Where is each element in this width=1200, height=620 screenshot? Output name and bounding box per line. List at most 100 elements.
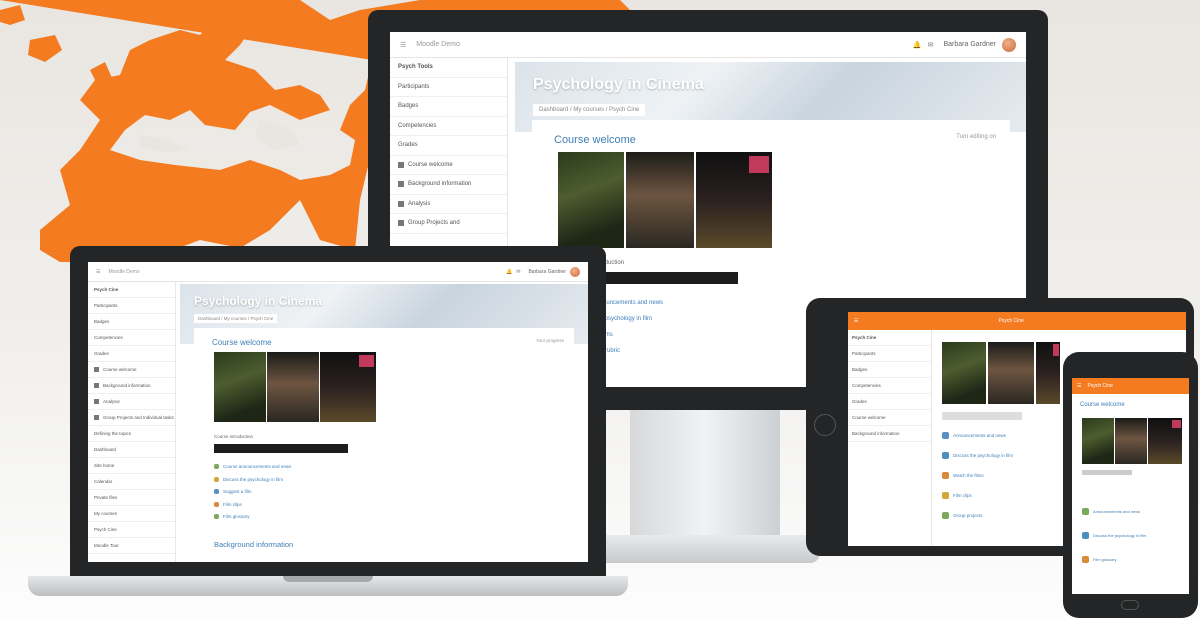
activity-row[interactable]: Film glossary <box>214 514 250 519</box>
activity-row[interactable]: Watch the films <box>942 472 984 479</box>
menu-icon[interactable]: ☰ <box>1077 383 1081 389</box>
sidebar-item[interactable]: Grades <box>390 136 507 156</box>
sidebar-item[interactable]: Competencies <box>848 378 931 394</box>
media-player[interactable] <box>942 412 1022 420</box>
activity-row[interactable]: Film glossary <box>1082 556 1117 563</box>
sidebar-item[interactable]: Competencies <box>88 330 175 346</box>
course-title: Psychology in Cinema <box>533 76 704 93</box>
avatar[interactable] <box>1002 37 1016 52</box>
sidebar-item-label: Psych Cine <box>852 335 877 340</box>
sidebar-item[interactable]: Badges <box>88 314 175 330</box>
sidebar-item[interactable]: Badges <box>390 97 507 117</box>
laptop: ☰ Moodle Demo 🔔 ✉ Barbara Gardner Psych … <box>28 246 628 606</box>
film-poster-3 <box>1036 342 1060 404</box>
sidebar-item[interactable]: Background information <box>848 426 931 442</box>
sidebar-item-label: Competencies <box>852 383 881 388</box>
sidebar-item[interactable]: Psych Cine <box>848 330 931 346</box>
sidebar-item[interactable]: Course welcome <box>848 410 931 426</box>
site-brand[interactable]: Moodle Demo <box>416 41 460 48</box>
activity-row[interactable]: Announcements and news <box>942 432 1006 439</box>
sidebar-item[interactable]: Psych Tools <box>390 58 507 78</box>
sidebar-item[interactable]: Psych Cine <box>88 282 175 298</box>
section-title: Course welcome <box>1080 402 1125 408</box>
sidebar-item[interactable]: Moodle Tour <box>88 538 175 554</box>
notifications-icon[interactable]: 🔔 <box>913 41 922 49</box>
messages-icon[interactable]: ✉ <box>516 269 520 275</box>
activity-icon <box>1082 532 1089 539</box>
sidebar-item[interactable]: Defining the topics <box>88 426 175 442</box>
sidebar-item[interactable]: Calendar <box>88 474 175 490</box>
activity-icon <box>942 472 949 479</box>
phone-home-button[interactable] <box>1121 600 1139 610</box>
activity-icon <box>214 514 219 519</box>
media-player[interactable] <box>1082 470 1132 475</box>
activity-row[interactable]: Film clips <box>942 492 972 499</box>
film-poster-1 <box>214 352 266 422</box>
laptop-screen: ☰ Moodle Demo 🔔 ✉ Barbara Gardner Psych … <box>88 262 588 562</box>
sidebar-item[interactable]: Analysis <box>88 394 175 410</box>
sidebar-item-label: Competencies <box>398 122 437 129</box>
sidebar-item[interactable]: Participants <box>390 78 507 97</box>
sidebar-item[interactable]: Psych Cine <box>88 522 175 538</box>
edit-settings-link[interactable]: Turn editing on <box>956 134 996 140</box>
sidebar-item-label: Defining the topics <box>94 431 132 436</box>
user-name[interactable]: Barbara Gardner <box>943 41 996 48</box>
sidebar-item[interactable]: Site home <box>88 458 175 474</box>
site-brand[interactable]: Moodle Demo <box>108 269 139 275</box>
menu-icon[interactable]: ☰ <box>854 318 858 324</box>
sidebar-item-label: My courses <box>94 511 118 516</box>
tablet-header: ☰ Psych Cine <box>848 312 1186 330</box>
activity-row[interactable]: Discuss the psychology in film <box>1082 532 1146 539</box>
folder-icon <box>398 200 404 207</box>
sidebar-item[interactable]: Participants <box>88 298 175 314</box>
folder-icon <box>94 367 99 372</box>
avatar[interactable] <box>570 266 580 277</box>
activity-row[interactable]: Film clips <box>214 501 242 507</box>
activity-row[interactable]: Discuss the psychology in film <box>214 476 283 482</box>
sidebar-item[interactable]: Course welcome <box>390 156 507 175</box>
sidebar-item[interactable]: Background information <box>88 378 175 394</box>
sidebar-item[interactable]: Competencies <box>390 117 507 136</box>
section-title: Course welcome <box>554 134 636 146</box>
sidebar-item[interactable]: Badges <box>848 362 931 378</box>
activity-icon <box>1082 508 1089 515</box>
film-poster-2 <box>988 342 1034 404</box>
activity-icon <box>942 432 949 439</box>
sidebar-item-label: Participants <box>852 351 876 356</box>
sidebar-item[interactable]: Background information <box>390 175 507 195</box>
activity-icon <box>942 452 949 459</box>
sidebar-item[interactable]: Analysis <box>390 195 507 214</box>
menu-icon[interactable]: ☰ <box>400 41 406 49</box>
activity-icon <box>1082 556 1089 563</box>
activity-row[interactable]: Suggest a film <box>214 489 252 494</box>
activity-row[interactable]: Announcements and news <box>1082 508 1140 515</box>
activity-row[interactable]: Group projects <box>942 512 983 519</box>
sidebar-item[interactable]: Grades <box>848 394 931 410</box>
sidebar-item[interactable]: Participants <box>848 346 931 362</box>
sidebar-item-label: Competencies <box>94 335 123 340</box>
sidebar-item[interactable]: Dashboard <box>88 442 175 458</box>
sidebar-item-label: Grades <box>852 399 867 404</box>
film-poster-2 <box>1115 418 1147 464</box>
smartphone: ☰ Psych Cine Course welcome Announcement… <box>1063 352 1198 618</box>
tablet-home-button[interactable] <box>814 414 836 436</box>
sidebar-item[interactable]: Group Projects and <box>390 214 507 234</box>
user-name[interactable]: Barbara Gardner <box>528 269 566 275</box>
notifications-icon[interactable]: 🔔 <box>506 269 512 275</box>
messages-icon[interactable]: ✉ <box>928 41 934 49</box>
media-player[interactable] <box>214 444 348 453</box>
activity-row[interactable]: Discuss the psychology in film <box>942 452 1013 459</box>
sidebar-item[interactable]: Group Projects and Individual tasks <box>88 410 175 426</box>
sidebar-item[interactable]: Grades <box>88 346 175 362</box>
menu-icon[interactable]: ☰ <box>96 269 100 275</box>
activity-row[interactable]: Course announcements and news <box>214 464 291 469</box>
breadcrumb[interactable]: Dashboard / My courses / Psych Cine <box>194 314 278 323</box>
sidebar-item[interactable]: Course welcome <box>88 362 175 378</box>
activity-label: Film glossary <box>1093 557 1117 562</box>
sidebar-item[interactable]: Private files <box>88 490 175 506</box>
monitor-neck <box>630 410 780 540</box>
breadcrumb[interactable]: Dashboard / My courses / Psych Cine <box>533 104 646 116</box>
monitor-topbar: ☰ Moodle Demo 🔔 ✉ Barbara Gardner <box>390 32 1026 58</box>
media-label: Course introduction <box>214 434 254 439</box>
sidebar-item[interactable]: My courses <box>88 506 175 522</box>
